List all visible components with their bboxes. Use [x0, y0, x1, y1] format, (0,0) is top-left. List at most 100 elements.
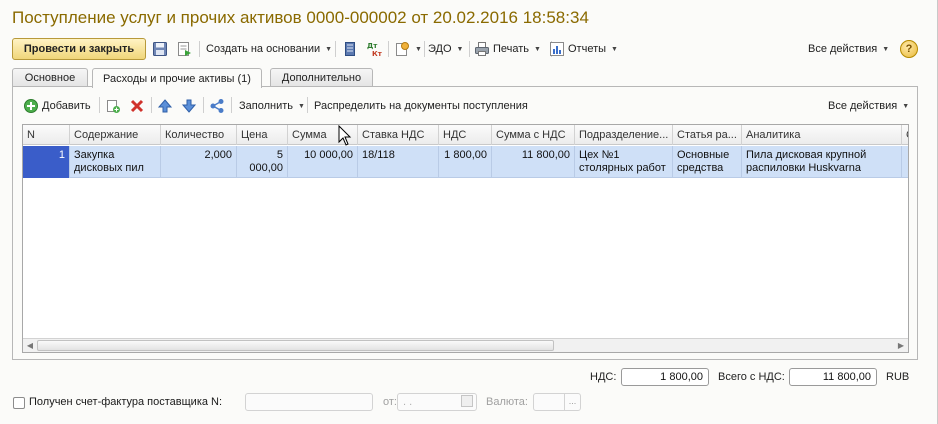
post-button[interactable]: [176, 38, 192, 60]
chevron-down-icon: ▼: [298, 102, 305, 110]
table-row[interactable]: 1 Закупка дисковых пил 2,000 5 000,00 10…: [23, 146, 908, 178]
cell-vat[interactable]: 1 800,00: [439, 146, 492, 178]
document-journal-button[interactable]: [342, 38, 358, 60]
toolbar-separator: [307, 97, 308, 113]
tab-expenses[interactable]: Расходы и прочие активы (1): [92, 68, 262, 88]
table-all-actions-menu[interactable]: Все действия ▼: [828, 95, 909, 117]
debit-credit-icon: Дт Кт: [366, 41, 383, 58]
save-icon: [152, 41, 168, 57]
delete-row-button[interactable]: [129, 95, 145, 117]
share-button[interactable]: [209, 95, 225, 117]
move-down-button[interactable]: [181, 95, 197, 117]
add-row-button[interactable]: Добавить: [23, 95, 91, 117]
cell-division[interactable]: Цех №1 столярных работ: [575, 146, 673, 178]
toolbar-separator: [199, 41, 200, 57]
chevron-down-icon: ▼: [902, 102, 910, 110]
scroll-left-icon[interactable]: ◀: [23, 339, 37, 352]
chevron-down-icon: ▼: [882, 45, 890, 53]
attachment-icon: [394, 41, 410, 57]
date-placeholder: . .: [403, 396, 413, 408]
cell-vat-rate[interactable]: 18/118: [358, 146, 439, 178]
horizontal-scrollbar[interactable]: ◀ ▶: [23, 338, 908, 352]
chevron-down-icon: ▼: [534, 45, 541, 53]
chevron-down-icon: ▼: [611, 45, 618, 53]
print-menu[interactable]: Печать ▼: [474, 38, 541, 60]
share-icon: [209, 98, 225, 114]
create-based-on-label: Создать на основании: [206, 43, 321, 55]
arrow-up-icon: [157, 98, 173, 114]
toolbar-separator: [231, 97, 232, 113]
toolbar-separator: [203, 97, 204, 113]
invoice-date-field[interactable]: . .: [397, 393, 477, 411]
invoice-number-field[interactable]: [245, 393, 373, 411]
tab-main[interactable]: Основное: [12, 68, 88, 87]
invoice-received-checkbox[interactable]: [13, 397, 25, 409]
column-header[interactable]: Статья ра...: [673, 125, 742, 145]
help-button[interactable]: ?: [900, 40, 918, 58]
column-header[interactable]: Подразделение...: [575, 125, 673, 145]
toolbar-separator: [388, 41, 389, 57]
reports-menu[interactable]: Отчеты ▼: [549, 38, 618, 60]
grand-total-field[interactable]: 11 800,00: [789, 368, 877, 386]
column-header[interactable]: Цена: [237, 125, 288, 145]
print-label: Печать: [493, 43, 530, 55]
column-header[interactable]: Количество: [161, 125, 237, 145]
copy-icon: [105, 98, 121, 114]
arrow-down-icon: [181, 98, 197, 114]
chevron-down-icon: ▼: [415, 45, 422, 53]
invoice-received-label: Получен счет-фактура поставщика N:: [29, 396, 223, 408]
fill-label: Заполнить: [239, 100, 294, 112]
currency-field[interactable]: ...: [533, 393, 581, 411]
column-header[interactable]: Аналитика: [742, 125, 902, 145]
reports-label: Отчеты: [568, 43, 607, 55]
cell-content[interactable]: Закупка дисковых пил: [70, 146, 161, 178]
cell-extra[interactable]: [902, 146, 908, 178]
toolbar-separator: [469, 41, 470, 57]
cell-quantity[interactable]: 2,000: [161, 146, 237, 178]
cell-n[interactable]: 1: [23, 146, 70, 178]
plus-circle-icon: [23, 98, 39, 114]
column-header[interactable]: Ставка НДС: [358, 125, 439, 145]
move-up-button[interactable]: [157, 95, 173, 117]
add-label: Добавить: [42, 100, 91, 112]
ellipsis-icon[interactable]: ...: [564, 394, 580, 410]
edo-menu[interactable]: ЭДО ▼: [428, 38, 463, 60]
column-header[interactable]: Содержание: [70, 125, 161, 145]
toolbar-separator: [335, 41, 336, 57]
attachments-menu[interactable]: ▼: [394, 38, 422, 60]
document-window: Поступление услуг и прочих активов 0000-…: [0, 0, 938, 424]
all-actions-menu[interactable]: Все действия ▼: [808, 38, 889, 60]
column-header[interactable]: N: [23, 125, 70, 145]
cell-sum-with-vat[interactable]: 11 800,00: [492, 146, 575, 178]
journal-icon: [342, 41, 358, 57]
cell-analytics[interactable]: Пила дисковая крупной распиловки Huskvar…: [742, 146, 902, 178]
tab-additional[interactable]: Дополнительно: [270, 68, 373, 87]
calendar-icon[interactable]: [461, 395, 473, 407]
expenses-table[interactable]: N Содержание Количество Цена Сумма Ставк…: [22, 124, 909, 353]
create-based-on-menu[interactable]: Создать на основании ▼: [206, 38, 332, 60]
toolbar-separator: [151, 97, 152, 113]
grand-total-label: Всего с НДС:: [718, 371, 785, 383]
cell-sum[interactable]: 10 000,00: [288, 146, 358, 178]
all-actions-label: Все действия: [808, 43, 878, 55]
vat-total-field[interactable]: 1 800,00: [621, 368, 709, 386]
vat-total-label: НДС:: [590, 371, 617, 383]
cell-article[interactable]: Основные средства: [673, 146, 742, 178]
printer-icon: [474, 41, 490, 57]
mouse-pointer-icon: [338, 125, 352, 146]
save-button[interactable]: [152, 38, 168, 60]
column-header[interactable]: НДС: [439, 125, 492, 145]
delete-x-icon: [129, 98, 145, 114]
fill-menu[interactable]: Заполнить ▼: [239, 95, 305, 117]
copy-row-button[interactable]: [105, 95, 121, 117]
post-and-close-button[interactable]: Провести и закрыть: [12, 38, 146, 60]
scroll-right-icon[interactable]: ▶: [894, 339, 908, 352]
svg-text:Кт: Кт: [372, 50, 382, 57]
cell-price[interactable]: 5 000,00: [237, 146, 288, 178]
distribute-button[interactable]: Распределить на документы поступления: [314, 95, 528, 117]
scrollbar-thumb[interactable]: [37, 340, 554, 351]
column-header[interactable]: С: [902, 125, 908, 145]
chevron-down-icon: ▼: [325, 45, 333, 53]
dt-kt-button[interactable]: Дт Кт: [366, 38, 383, 60]
column-header[interactable]: Сумма с НДС: [492, 125, 575, 145]
